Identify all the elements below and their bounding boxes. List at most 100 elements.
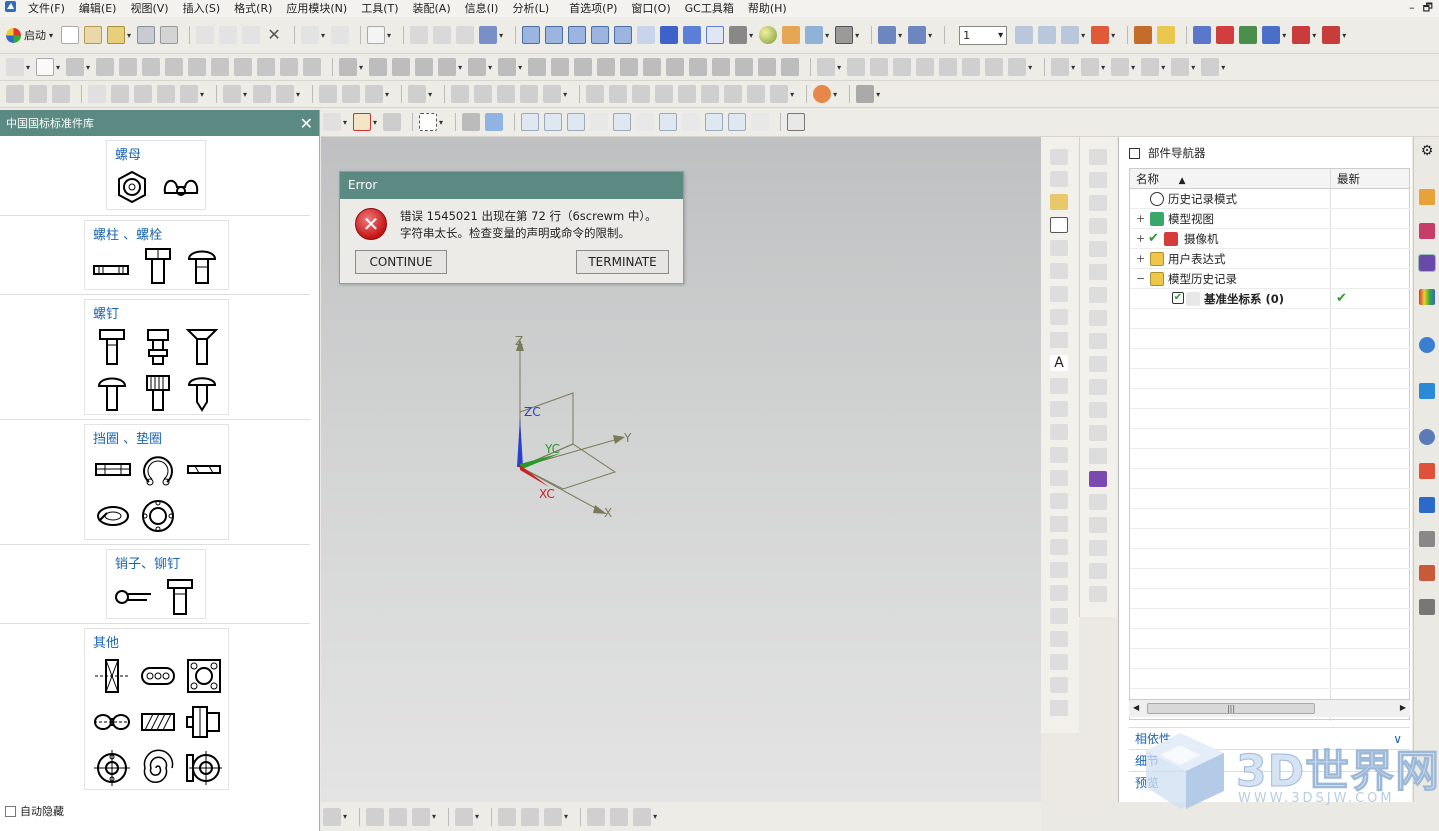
- menu-view[interactable]: 视图(V): [123, 0, 175, 17]
- vsmooth-icon[interactable]: [1050, 608, 1068, 624]
- vjoin-icon[interactable]: [1050, 493, 1068, 509]
- knurled-screw-icon[interactable]: [141, 374, 175, 412]
- snap-point-icon[interactable]: [1157, 26, 1176, 44]
- sphere-icon[interactable]: [759, 26, 778, 44]
- column-header-name[interactable]: 名称 ▲: [1130, 169, 1330, 189]
- snap-on-curve-icon[interactable]: [728, 113, 747, 131]
- status-tool-1-icon[interactable]: [323, 807, 341, 826]
- layer-settings-icon[interactable]: [1015, 26, 1034, 44]
- section-surface-icon[interactable]: [1008, 58, 1027, 76]
- hatched-block-icon[interactable]: [139, 703, 177, 741]
- varc-icon[interactable]: [1050, 171, 1068, 187]
- menu-analysis[interactable]: 分析(L): [505, 0, 556, 17]
- silhouette-icon[interactable]: [747, 85, 766, 103]
- point-set-icon[interactable]: [88, 85, 106, 103]
- countersunk-screw-icon[interactable]: [185, 328, 219, 366]
- wing-nut-icon[interactable]: [161, 169, 201, 207]
- snap-existing-point-icon[interactable]: [705, 113, 724, 131]
- voffset-surface-icon[interactable]: [1089, 402, 1107, 418]
- roles-icon[interactable]: [1419, 531, 1435, 547]
- background-icon[interactable]: [835, 26, 854, 44]
- vextend-icon[interactable]: [1050, 539, 1068, 555]
- scroll-thumb[interactable]: |||: [1147, 703, 1315, 714]
- vdeform-icon[interactable]: [1050, 654, 1068, 670]
- fillet-curve-icon[interactable]: [180, 85, 198, 103]
- divide-curve-icon[interactable]: [365, 85, 384, 103]
- x-form-icon[interactable]: [1081, 58, 1100, 76]
- stud-icon[interactable]: [91, 251, 131, 289]
- part-navigator-icon[interactable]: [1418, 254, 1436, 272]
- section-icon[interactable]: [908, 26, 927, 44]
- trim-sheet-icon[interactable]: [1051, 58, 1070, 76]
- vsurface-icon[interactable]: [1089, 149, 1107, 165]
- voffset-icon[interactable]: [1050, 424, 1068, 440]
- vsweep-icon[interactable]: [1089, 172, 1107, 188]
- swept-icon[interactable]: [893, 58, 912, 76]
- status-tool-3-icon[interactable]: [389, 807, 408, 826]
- move-face-icon[interactable]: [666, 58, 685, 76]
- terminate-button[interactable]: TERMINATE: [576, 250, 669, 274]
- select-edge-icon[interactable]: [1239, 26, 1258, 44]
- datum-axis-icon[interactable]: [474, 85, 493, 103]
- composite-curve-icon[interactable]: [770, 85, 789, 103]
- cotter-pin-icon[interactable]: [113, 578, 155, 616]
- arc-icon[interactable]: [29, 85, 47, 103]
- open-icon[interactable]: [84, 26, 103, 44]
- status-tool-4-icon[interactable]: [412, 807, 431, 826]
- mirror-icon[interactable]: [620, 58, 639, 76]
- spring-washer-icon[interactable]: [93, 451, 133, 489]
- shell-icon[interactable]: [551, 58, 570, 76]
- vsew-icon[interactable]: [1089, 356, 1107, 372]
- cone-icon[interactable]: [280, 58, 299, 76]
- visibility-checkbox[interactable]: ✔: [1172, 292, 1184, 304]
- gear-settings-icon[interactable]: [813, 85, 832, 103]
- cylinder-icon[interactable]: [257, 58, 276, 76]
- history-icon[interactable]: [1419, 429, 1435, 445]
- wrap-icon[interactable]: [655, 85, 674, 103]
- tree-row-history-mode[interactable]: 历史记录模式: [1130, 189, 1411, 209]
- unite-icon[interactable]: [339, 58, 358, 76]
- menu-gc-toolbox[interactable]: GC工具箱: [678, 0, 741, 17]
- mesh-icon[interactable]: [870, 58, 889, 76]
- offset-curve-icon[interactable]: [223, 85, 242, 103]
- vwrap-icon[interactable]: [1050, 677, 1068, 693]
- vlength-icon[interactable]: [1050, 585, 1068, 601]
- hex-bolt-icon[interactable]: [141, 247, 175, 285]
- menu-window[interactable]: 窗口(O): [624, 0, 677, 17]
- vx-form-icon[interactable]: [1089, 517, 1107, 533]
- status-tool-5-icon[interactable]: [455, 807, 474, 826]
- menu-file[interactable]: 文件(F): [21, 0, 72, 17]
- collapse-icon[interactable]: −: [1136, 269, 1145, 289]
- snap-endpoint-icon[interactable]: [544, 113, 563, 131]
- snap-intersection-icon[interactable]: [636, 113, 655, 131]
- link-plate-icon[interactable]: [139, 657, 177, 695]
- assembly-icon[interactable]: [456, 26, 475, 44]
- cut-icon[interactable]: [196, 26, 215, 44]
- snap-quadrant-icon[interactable]: [682, 113, 701, 131]
- ruler-icon[interactable]: [1322, 26, 1341, 44]
- groove-icon[interactable]: [234, 58, 253, 76]
- menu-application[interactable]: 应用模块(N): [279, 0, 354, 17]
- zoom-icon[interactable]: [545, 26, 564, 44]
- status-tool-2-icon[interactable]: [366, 807, 385, 826]
- global-shape-icon[interactable]: [1171, 58, 1190, 76]
- system-materials-icon[interactable]: [1419, 463, 1435, 479]
- ring-washer-icon[interactable]: [139, 497, 177, 535]
- through-curves-icon[interactable]: [847, 58, 866, 76]
- boss-icon[interactable]: [142, 58, 161, 76]
- material-icon[interactable]: [782, 26, 801, 44]
- status-tool-6-icon[interactable]: [498, 807, 517, 826]
- n-sided-icon[interactable]: [916, 58, 935, 76]
- auto-hide-checkbox[interactable]: [5, 805, 16, 817]
- recent-parts-icon[interactable]: [107, 26, 126, 44]
- vpatch-icon[interactable]: [1089, 563, 1107, 579]
- shaded-edges-icon[interactable]: [683, 26, 702, 44]
- vtrim-icon[interactable]: [1050, 516, 1068, 532]
- pad-icon[interactable]: [188, 58, 207, 76]
- replace-face-icon[interactable]: [689, 58, 708, 76]
- trim-corner-icon[interactable]: [678, 85, 697, 103]
- scroll-right-icon[interactable]: ▶: [1400, 703, 1406, 712]
- self-tapping-screw-icon[interactable]: [185, 374, 219, 412]
- vdivide-icon[interactable]: [1050, 562, 1068, 578]
- status-tool-7-icon[interactable]: [521, 807, 540, 826]
